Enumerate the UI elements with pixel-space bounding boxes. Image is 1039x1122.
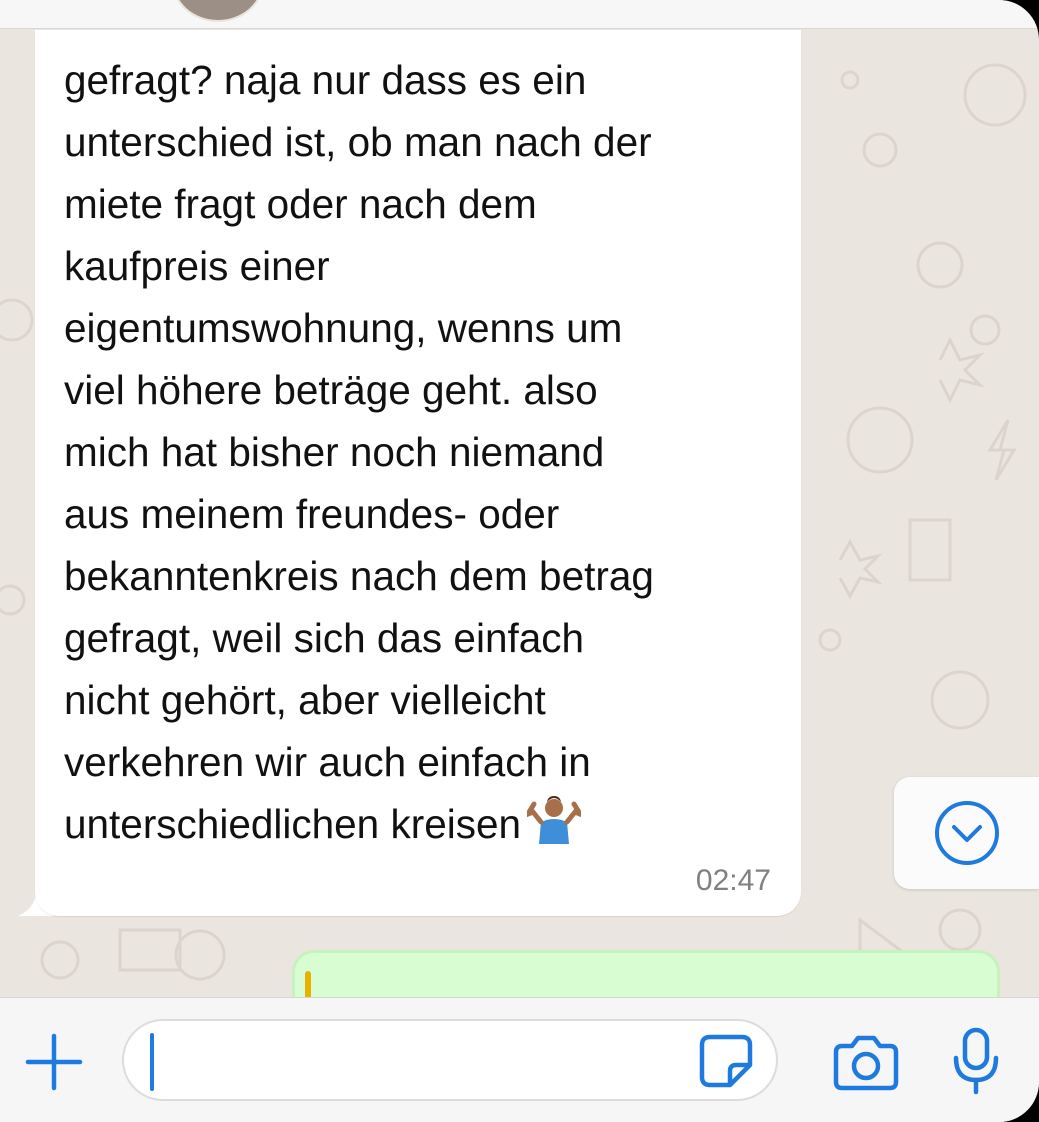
incoming-message-bubble[interactable]: gefragt? naja nur dass es ein unterschie…	[35, 30, 801, 916]
chevron-down-icon	[934, 801, 999, 865]
message-timestamp: 02:47	[695, 864, 771, 897]
camera-icon[interactable]	[832, 1032, 900, 1092]
scroll-to-bottom-button[interactable]	[894, 777, 1039, 889]
composer-bar	[0, 997, 1039, 1122]
sticker-icon[interactable]	[696, 1031, 756, 1091]
person-shrugging-icon	[522, 796, 586, 861]
chat-screen: gefragt? naja nur dass es ein unterschie…	[0, 0, 1039, 1122]
message-text: gefragt? naja nur dass es ein unterschie…	[64, 49, 784, 861]
avatar[interactable]	[172, 0, 264, 22]
message-input[interactable]	[122, 1019, 778, 1101]
microphone-icon[interactable]	[948, 1026, 1004, 1096]
text-caret	[150, 1033, 154, 1091]
chat-header	[0, 0, 1039, 29]
plus-icon[interactable]	[24, 1032, 84, 1092]
